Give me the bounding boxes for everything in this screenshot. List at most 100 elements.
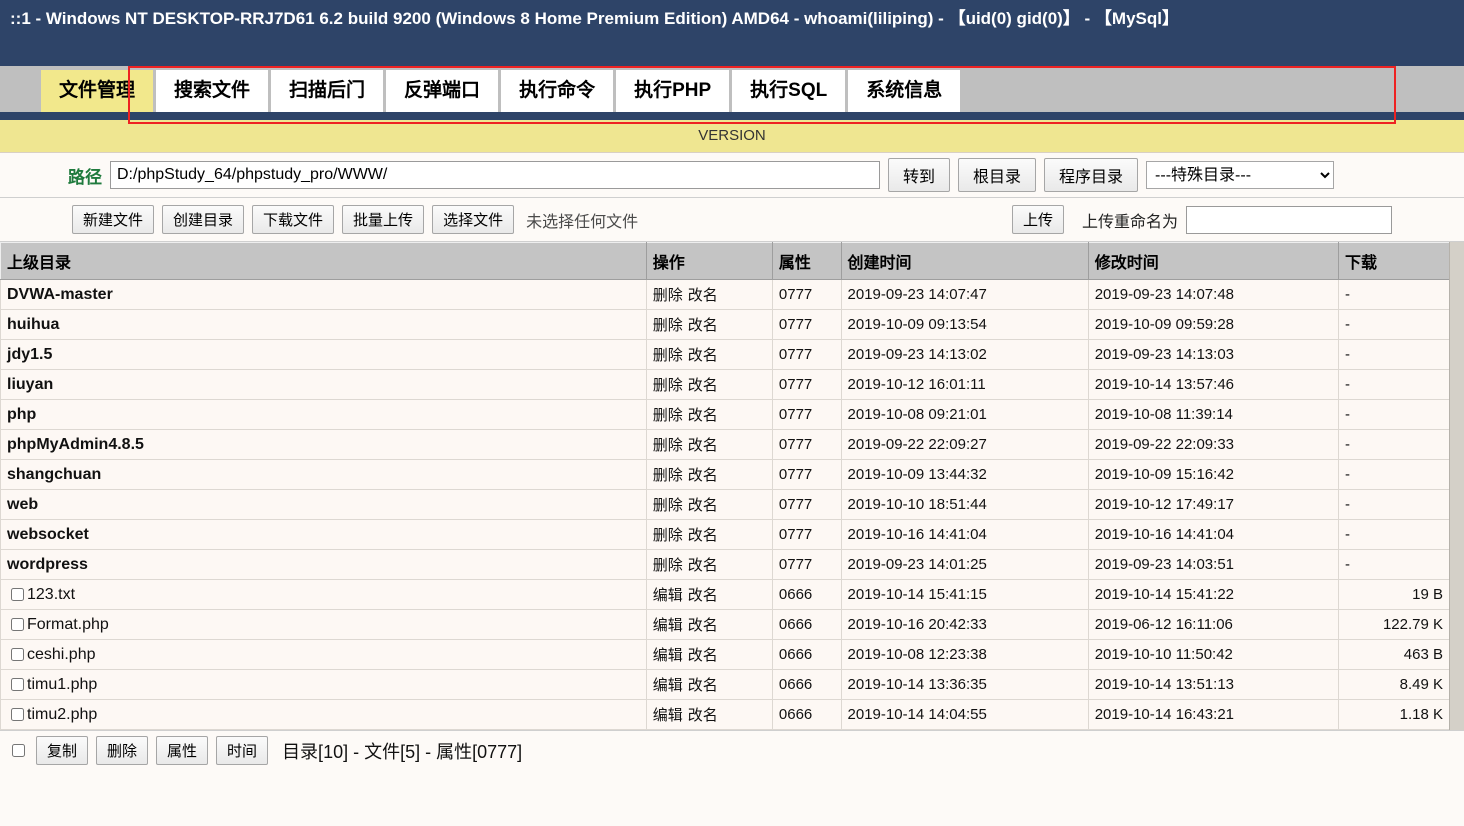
cell-name[interactable]: wordpress	[0, 549, 647, 580]
cell-permission[interactable]: 0666	[771, 639, 842, 670]
cell-permission[interactable]: 0777	[771, 519, 842, 550]
table-row[interactable]: wordpress 删除 改名 0777 2019-09-23 14:01:25 2019…	[0, 549, 1451, 580]
cell-name[interactable]: DVWA-master	[0, 279, 647, 310]
edit-link[interactable]: 编辑	[653, 587, 683, 604]
rename-link[interactable]: 改名	[688, 317, 718, 334]
delete-link[interactable]: 删除	[653, 407, 683, 424]
file-name[interactable]: Format.php	[27, 616, 109, 633]
upload-rename-input[interactable]	[1186, 205, 1392, 234]
header-mtime[interactable]: 修改时间	[1087, 242, 1339, 280]
cell-name[interactable]: shangchuan	[0, 459, 647, 490]
table-row[interactable]: shangchuan 删除 改名 0777 2019-10-09 13:44:32 201…	[0, 459, 1451, 490]
table-row[interactable]: DVWA-master 删除 改名 0777 2019-09-23 14:07:47 20…	[0, 279, 1451, 310]
row-select-checkbox[interactable]	[11, 708, 24, 721]
header-dl[interactable]: 下载	[1337, 242, 1451, 280]
cell-permission[interactable]: 0666	[771, 579, 842, 610]
tab-4[interactable]: 执行命令	[501, 70, 614, 112]
cell-download[interactable]: 19 B	[1337, 579, 1451, 610]
file-name[interactable]: web	[7, 496, 38, 513]
cell-name[interactable]: phpMyAdmin4.8.5	[0, 429, 647, 460]
cell-permission[interactable]: 0666	[771, 669, 842, 700]
rename-link[interactable]: 改名	[688, 347, 718, 364]
edit-link[interactable]: 编辑	[653, 677, 683, 694]
cell-permission[interactable]: 0777	[771, 459, 842, 490]
row-select-checkbox[interactable]	[11, 618, 24, 631]
tab-3[interactable]: 反弹端口	[386, 70, 499, 112]
tab-0[interactable]: 文件管理	[41, 70, 154, 112]
batch-upload-button[interactable]: 批量上传	[342, 205, 425, 234]
path-input[interactable]	[110, 161, 880, 189]
rename-link[interactable]: 改名	[688, 437, 718, 454]
copy-button[interactable]: 复制	[36, 736, 89, 765]
cell-name[interactable]: huihua	[0, 309, 647, 340]
file-name[interactable]: websocket	[7, 526, 89, 543]
new-dir-button[interactable]: 创建目录	[162, 205, 245, 234]
table-row[interactable]: php 删除 改名 0777 2019-10-08 09:21:01 2019-10-08…	[0, 399, 1451, 430]
delete-button[interactable]: 删除	[96, 736, 149, 765]
select-all-checkbox[interactable]	[12, 744, 25, 757]
delete-link[interactable]: 删除	[653, 287, 683, 304]
table-row[interactable]: web 删除 改名 0777 2019-10-10 18:51:44 2019-10-12…	[0, 489, 1451, 520]
file-name[interactable]: huihua	[7, 316, 59, 333]
table-row[interactable]: huihua 删除 改名 0777 2019-10-09 09:13:54 2019-10…	[0, 309, 1451, 340]
row-select-checkbox[interactable]	[11, 678, 24, 691]
cell-download[interactable]: 8.49 K	[1337, 669, 1451, 700]
table-row[interactable]: 123.txt 编辑 改名 0666 2019-10-14 15:41:15 2019-1…	[0, 579, 1451, 610]
table-row[interactable]: ceshi.php 编辑 改名 0666 2019-10-08 12:23:38 2019…	[0, 639, 1451, 670]
tab-6[interactable]: 执行SQL	[732, 70, 846, 112]
cell-permission[interactable]: 0777	[771, 399, 842, 430]
cell-name[interactable]: php	[0, 399, 647, 430]
table-row[interactable]: phpMyAdmin4.8.5 删除 改名 0777 2019-09-22 22:09:…	[0, 429, 1451, 460]
delete-link[interactable]: 删除	[653, 467, 683, 484]
delete-link[interactable]: 删除	[653, 497, 683, 514]
rename-link[interactable]: 改名	[688, 677, 718, 694]
cell-name[interactable]: ceshi.php	[0, 639, 647, 670]
file-name[interactable]: DVWA-master	[7, 286, 113, 303]
cell-name[interactable]: 123.txt	[0, 579, 647, 610]
delete-link[interactable]: 删除	[653, 527, 683, 544]
rename-link[interactable]: 改名	[688, 617, 718, 634]
file-name[interactable]: wordpress	[7, 556, 88, 573]
upload-button[interactable]: 上传	[1011, 205, 1064, 234]
cell-permission[interactable]: 0777	[771, 489, 842, 520]
rename-link[interactable]: 改名	[688, 497, 718, 514]
file-name[interactable]: timu2.php	[27, 706, 97, 723]
delete-link[interactable]: 删除	[653, 317, 683, 334]
table-vertical-scrollbar[interactable]	[1449, 242, 1464, 730]
cell-name[interactable]: liuyan	[0, 369, 647, 400]
edit-link[interactable]: 编辑	[653, 707, 683, 724]
cell-name[interactable]: web	[0, 489, 647, 520]
tab-1[interactable]: 搜索文件	[156, 70, 269, 112]
table-row[interactable]: jdy1.5 删除 改名 0777 2019-09-23 14:13:02 2019-09…	[0, 339, 1451, 370]
cell-download[interactable]: 122.79 K	[1337, 609, 1451, 640]
rename-link[interactable]: 改名	[688, 557, 718, 574]
file-name[interactable]: phpMyAdmin4.8.5	[7, 436, 144, 453]
rename-link[interactable]: 改名	[688, 587, 718, 604]
cell-permission[interactable]: 0777	[771, 429, 842, 460]
cell-permission[interactable]: 0777	[771, 369, 842, 400]
tab-5[interactable]: 执行PHP	[616, 70, 730, 112]
row-select-checkbox[interactable]	[11, 588, 24, 601]
rename-link[interactable]: 改名	[688, 647, 718, 664]
header-perm[interactable]: 属性	[771, 242, 842, 280]
cell-permission[interactable]: 0777	[771, 549, 842, 580]
delete-link[interactable]: 删除	[653, 377, 683, 394]
header-ctime[interactable]: 创建时间	[840, 242, 1089, 280]
cell-download[interactable]: 1.18 K	[1337, 699, 1451, 730]
tab-2[interactable]: 扫描后门	[271, 70, 384, 112]
file-name[interactable]: timu1.php	[27, 676, 97, 693]
table-row[interactable]: timu1.php 编辑 改名 0666 2019-10-14 13:36:35 2019…	[0, 669, 1451, 700]
file-name[interactable]: jdy1.5	[7, 346, 52, 363]
delete-link[interactable]: 删除	[653, 557, 683, 574]
cell-name[interactable]: Format.php	[0, 609, 647, 640]
file-name[interactable]: shangchuan	[7, 466, 101, 483]
cell-permission[interactable]: 0666	[771, 609, 842, 640]
cell-name[interactable]: timu1.php	[0, 669, 647, 700]
rename-link[interactable]: 改名	[688, 377, 718, 394]
new-file-button[interactable]: 新建文件	[72, 205, 155, 234]
cell-permission[interactable]: 0777	[771, 339, 842, 370]
file-name[interactable]: php	[7, 406, 36, 423]
cell-permission[interactable]: 0666	[771, 699, 842, 730]
rename-link[interactable]: 改名	[688, 707, 718, 724]
program-dir-button[interactable]: 程序目录	[1044, 158, 1139, 192]
